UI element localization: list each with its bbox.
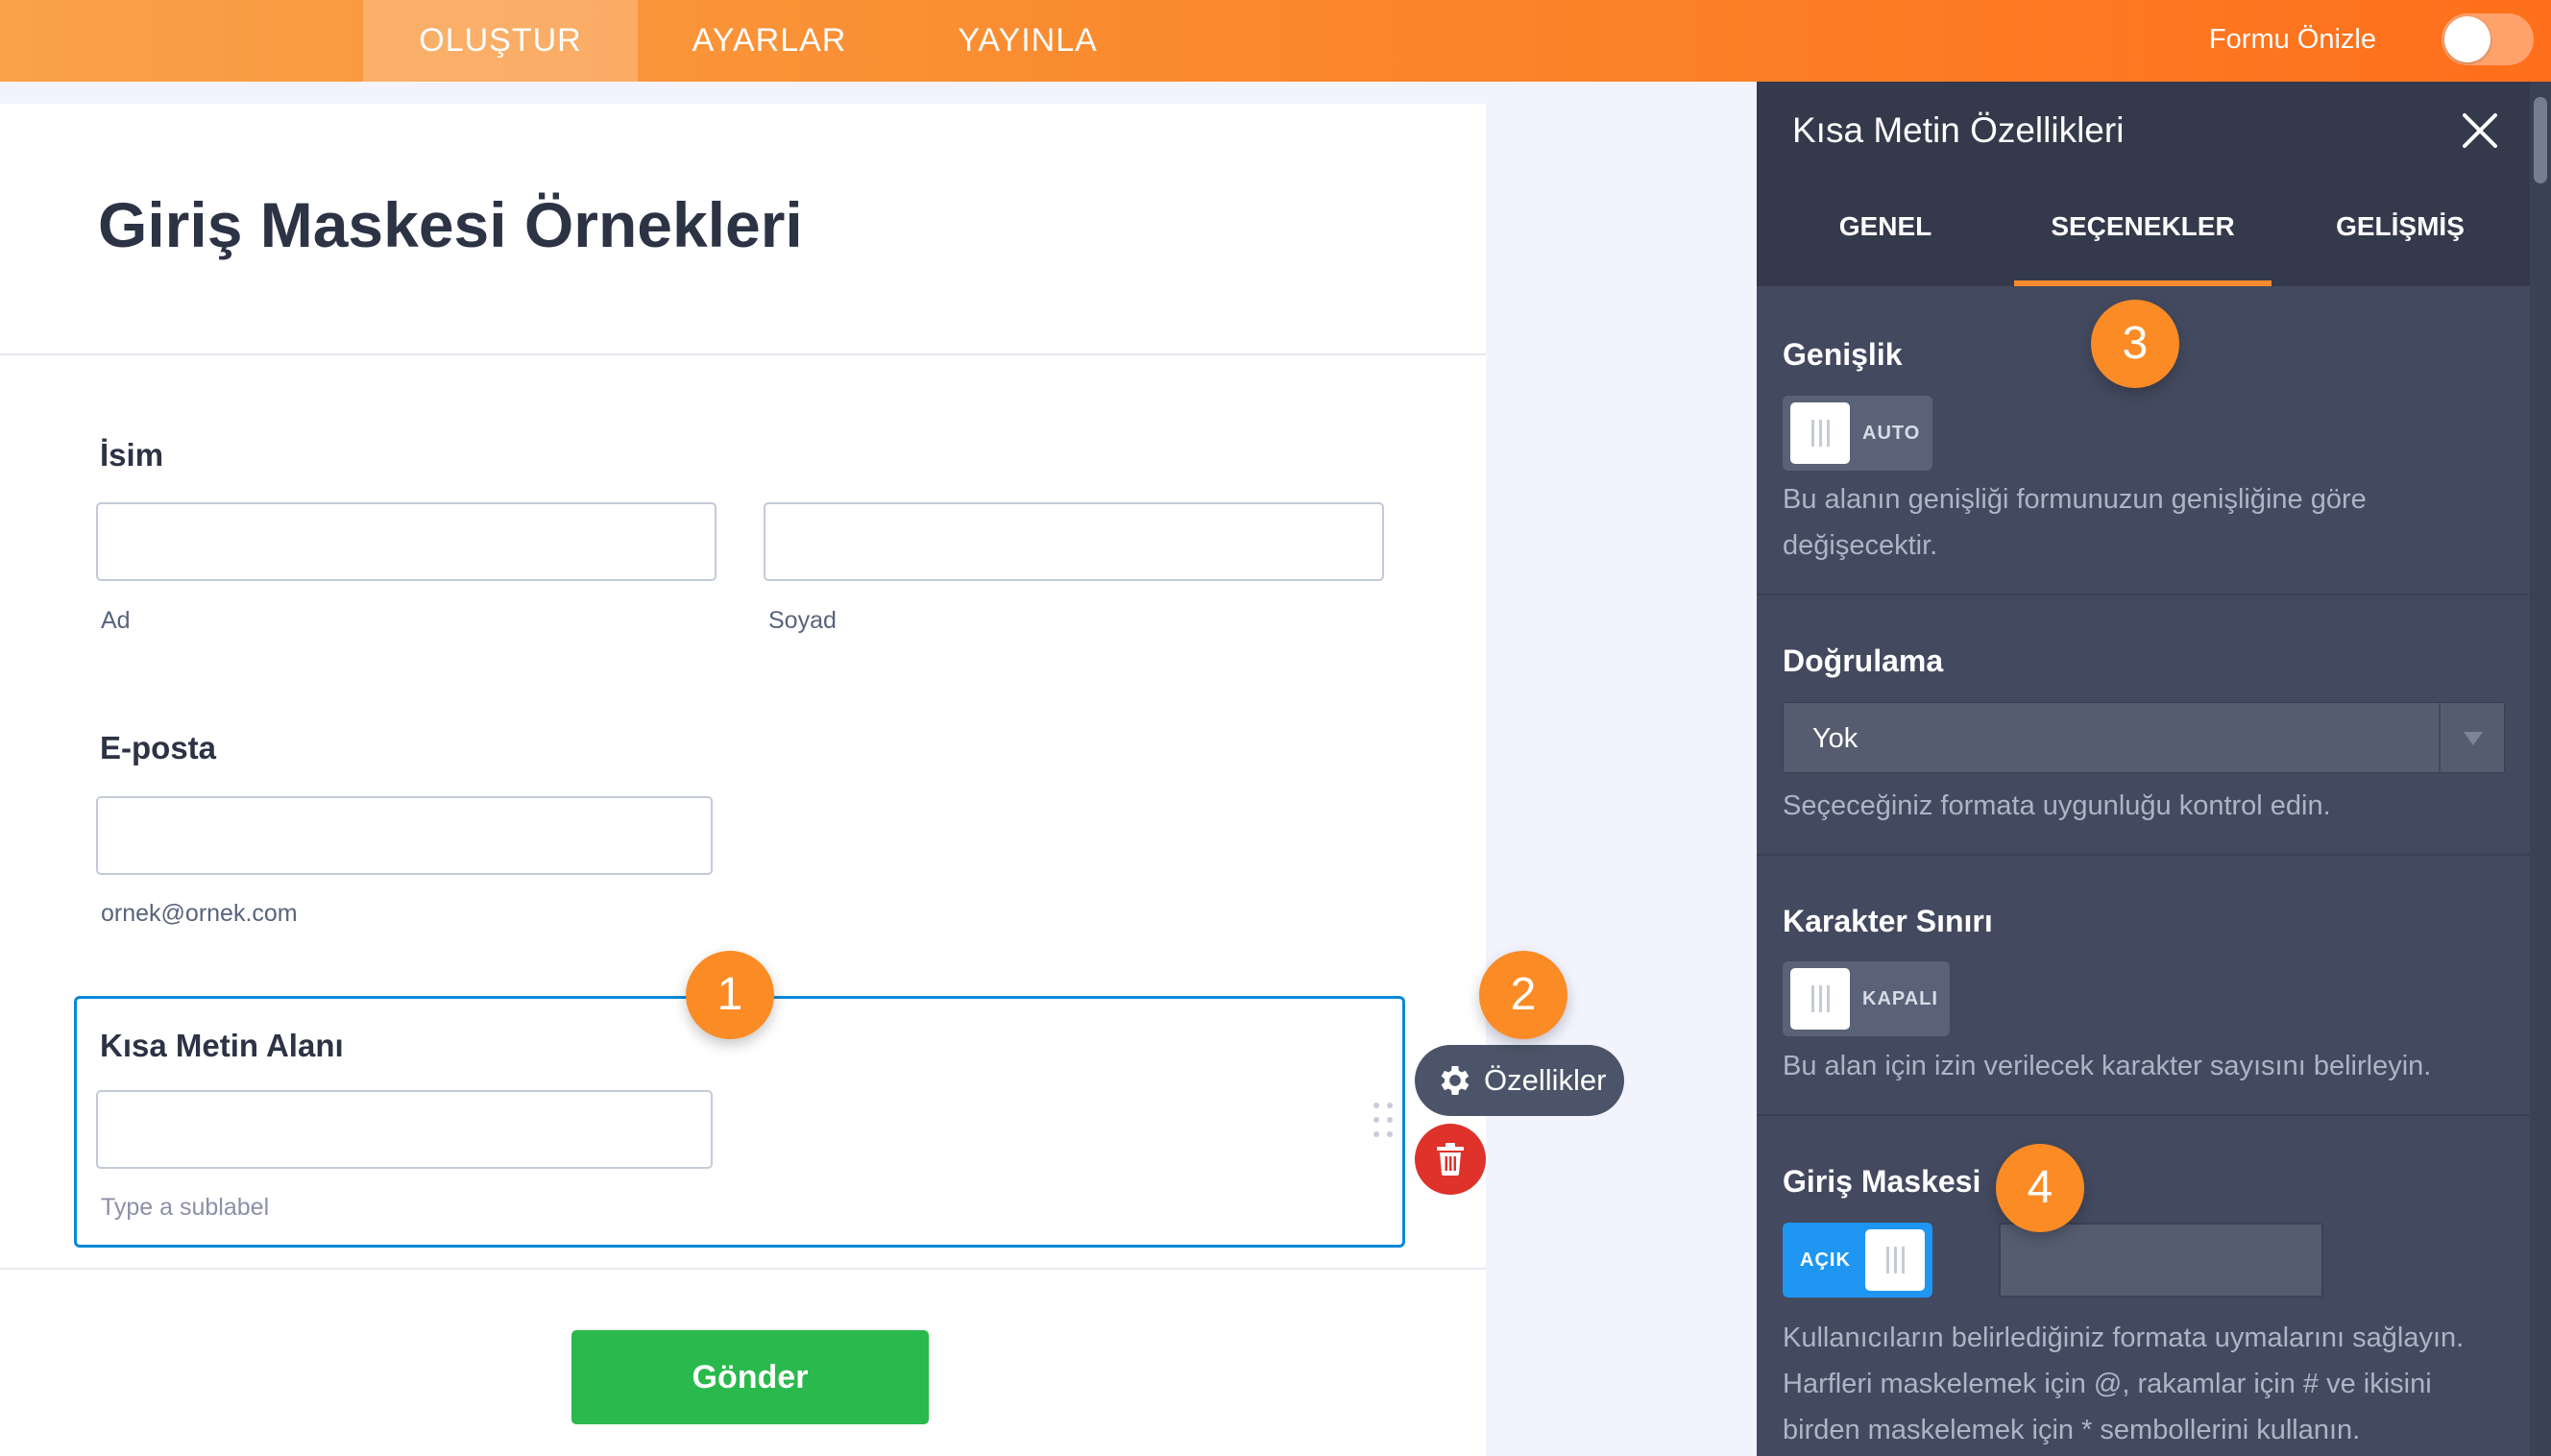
drag-handle-icon[interactable] (1373, 1103, 1395, 1147)
properties-button[interactable]: Özellikler (1415, 1045, 1624, 1116)
first-name-sublabel: Ad (101, 607, 131, 634)
email-sublabel: ornek@ornek.com (101, 900, 298, 927)
tab-olustur[interactable]: OLUŞTUR (363, 0, 638, 82)
section-separator (1757, 594, 2530, 595)
step-marker-3: 3 (2091, 300, 2179, 388)
panel-header: Kısa Metin Özellikleri (1757, 82, 2530, 179)
preview-form-label[interactable]: Formu Önizle (2209, 0, 2376, 82)
step-marker-1: 1 (686, 951, 774, 1039)
last-name-sublabel: Soyad (768, 607, 837, 634)
switch-knob (1790, 968, 1850, 1030)
short-text-input[interactable] (96, 1090, 713, 1169)
step-marker-4: 4 (1996, 1144, 2084, 1232)
validation-option-description: Seçeceğiniz formata uygunluğu kontrol ed… (1783, 790, 2331, 821)
title-divider (0, 353, 1486, 355)
input-mask-field[interactable] (1999, 1223, 2323, 1298)
width-switch-text: AUTO (1862, 423, 1921, 444)
submit-divider (0, 1268, 1486, 1270)
tab-secenekler[interactable]: SEÇENEKLER (2014, 179, 2272, 286)
delete-field-button[interactable] (1415, 1124, 1486, 1195)
submit-button[interactable]: Gönder (571, 1330, 929, 1424)
email-field-label[interactable]: E-posta (100, 730, 216, 766)
last-name-input[interactable] (764, 502, 1384, 581)
input-mask-switch[interactable]: AÇIK (1783, 1223, 1932, 1298)
width-option-description: Bu alanın genişliği formunuzun genişliği… (1783, 484, 2367, 561)
input-mask-option-description: Kullanıcıların belirlediğiniz formata uy… (1783, 1323, 2465, 1445)
preview-form-toggle[interactable] (2442, 13, 2534, 65)
name-field-label[interactable]: İsim (100, 437, 163, 473)
input-mask-option-title: Giriş Maskesi (1783, 1164, 1981, 1199)
top-navigation-bar: OLUŞTUR AYARLAR YAYINLA Formu Önizle (0, 0, 2551, 82)
char-limit-switch-text: KAPALI (1862, 988, 1938, 1009)
section-separator (1757, 854, 2530, 856)
validation-selected-value: Yok (1812, 723, 1859, 754)
tab-gelismis[interactable]: GELİŞMİŞ (2272, 179, 2529, 286)
width-option-title: Genişlik (1783, 337, 1903, 372)
char-limit-option-description: Bu alan için izin verilecek karakter say… (1783, 1051, 2432, 1081)
panel-tabs: GENEL SEÇENEKLER GELİŞMİŞ (1757, 179, 2530, 286)
email-input[interactable] (96, 796, 713, 875)
width-auto-switch[interactable]: AUTO (1783, 396, 1932, 471)
step-marker-2: 2 (1479, 951, 1567, 1039)
tab-yayinla[interactable]: YAYINLA (922, 0, 1133, 82)
input-mask-switch-text: AÇIK (1800, 1250, 1851, 1271)
tab-ayarlar[interactable]: AYARLAR (657, 0, 882, 82)
trash-icon (1437, 1143, 1464, 1176)
short-text-sublabel[interactable]: Type a sublabel (101, 1194, 269, 1222)
validation-option-title: Doğrulama (1783, 643, 1944, 678)
switch-knob (1865, 1229, 1925, 1291)
short-text-field-label[interactable]: Kısa Metin Alanı (100, 1028, 344, 1064)
toggle-knob (2444, 16, 2490, 62)
section-separator (1757, 1114, 2530, 1116)
char-limit-option-title: Karakter Sınırı (1783, 904, 1993, 938)
properties-panel: Kısa Metin Özellikleri GENEL SEÇENEKLER … (1757, 82, 2530, 1456)
dropdown-arrow-icon (2439, 703, 2504, 772)
switch-knob (1790, 402, 1850, 464)
properties-button-label: Özellikler (1484, 1063, 1607, 1097)
gear-icon (1441, 1066, 1470, 1095)
panel-scrollbar[interactable] (2530, 82, 2551, 1456)
form-canvas (0, 104, 1486, 1456)
validation-select[interactable]: Yok (1783, 702, 2505, 773)
close-icon[interactable] (2461, 111, 2499, 150)
first-name-input[interactable] (96, 502, 717, 581)
form-title[interactable]: Giriş Maskesi Örnekleri (98, 188, 803, 261)
char-limit-switch[interactable]: KAPALI (1783, 961, 1950, 1036)
tab-genel[interactable]: GENEL (1757, 179, 2014, 286)
panel-title: Kısa Metin Özellikleri (1792, 110, 2125, 150)
scrollbar-thumb[interactable] (2534, 97, 2547, 183)
